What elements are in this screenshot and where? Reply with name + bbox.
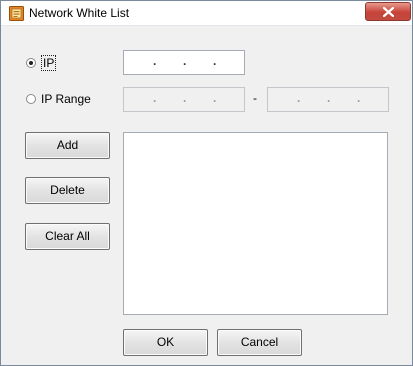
ip-separator: . [327, 91, 331, 105]
ip-separator: . [183, 91, 187, 105]
ip-separator: . [297, 91, 301, 105]
title-bar[interactable]: Network White List [1, 1, 412, 26]
ip-radio-label: IP [41, 55, 57, 71]
ip-radio[interactable]: IP [26, 55, 57, 71]
ip-radio-indicator[interactable] [26, 58, 36, 68]
delete-button[interactable]: Delete [25, 177, 110, 204]
white-list-listbox[interactable] [123, 132, 388, 315]
cancel-button[interactable]: Cancel [217, 329, 302, 356]
window-title: Network White List [29, 6, 130, 20]
add-button[interactable]: Add [25, 132, 110, 159]
close-icon [383, 7, 394, 17]
ip-separator: . [357, 91, 361, 105]
ip-range-radio-label: IP Range [41, 92, 91, 106]
ip-separator: . [183, 54, 187, 68]
ip-separator: . [153, 91, 157, 105]
range-separator: - [253, 91, 257, 105]
ip-range-radio[interactable]: IP Range [26, 92, 91, 106]
app-window-icon [9, 6, 24, 21]
ip-separator: . [153, 54, 157, 68]
ip-separator: . [213, 54, 217, 68]
ip-range-radio-indicator[interactable] [26, 94, 36, 104]
ok-button[interactable]: OK [123, 329, 208, 356]
ip-range-end-input[interactable]: . . . [267, 87, 389, 112]
network-white-list-dialog: Network White List IP . . . IP Range . .… [0, 0, 413, 366]
close-button[interactable] [365, 2, 411, 21]
ip-address-input[interactable]: . . . [123, 50, 245, 75]
ip-range-start-input[interactable]: . . . [123, 87, 245, 112]
clear-all-button[interactable]: Clear All [25, 223, 110, 250]
ip-separator: . [213, 91, 217, 105]
